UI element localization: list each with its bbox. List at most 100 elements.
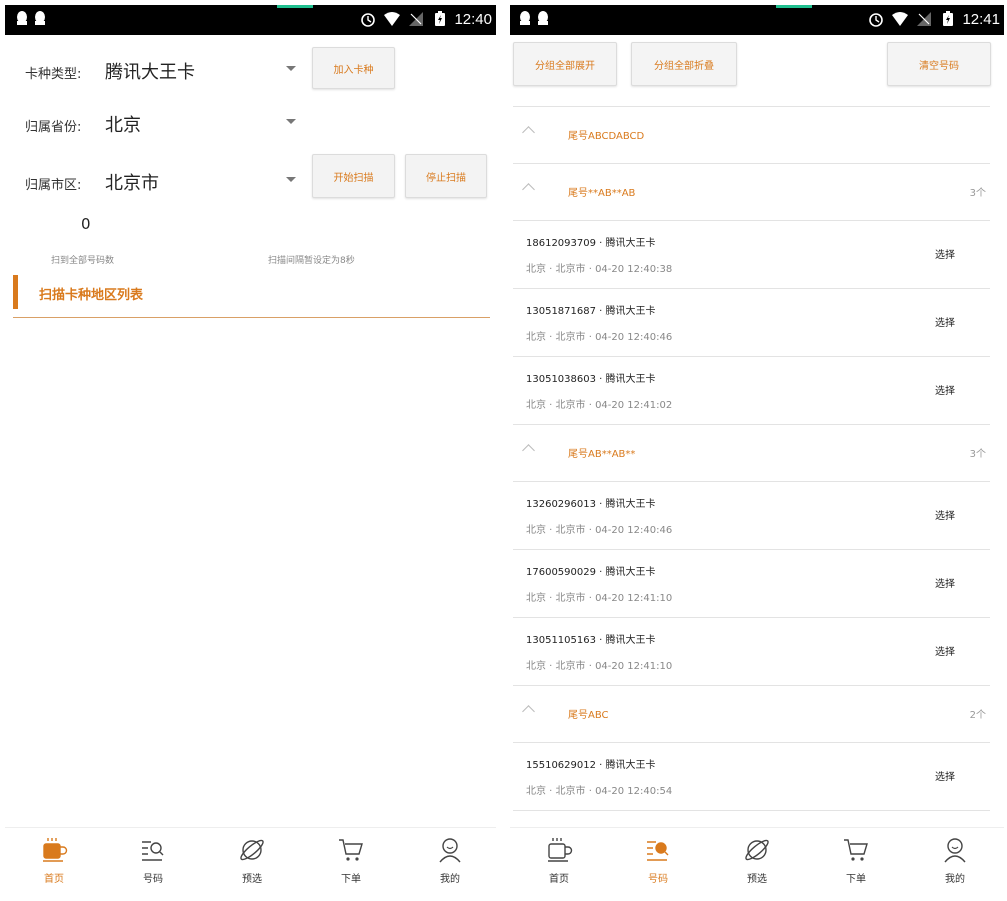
section-title: 扫描卡种地区列表: [39, 288, 144, 303]
add-card-type-button[interactable]: 加入卡种: [312, 47, 395, 89]
start-scan-button[interactable]: 开始扫描: [312, 154, 395, 198]
number-meta: 北京 · 北京市 · 04-20 12:40:46: [526, 332, 673, 343]
number-meta: 北京 · 北京市 · 04-20 12:40:46: [526, 525, 673, 536]
stop-scan-button[interactable]: 停止扫描: [405, 154, 487, 198]
nav-label: 预选: [242, 874, 262, 885]
divider: [13, 317, 490, 318]
nav-label: 下单: [341, 874, 361, 885]
nav-label: 号码: [648, 874, 668, 885]
number-meta: 北京 · 北京市 · 04-20 12:41:02: [526, 400, 673, 411]
group-header[interactable]: 尾号AB**AB** 3个: [510, 424, 1004, 480]
user-icon: [941, 836, 969, 864]
select-button[interactable]: 选择: [935, 507, 955, 522]
nav-item-list-search[interactable]: 号码: [113, 828, 193, 898]
province-select[interactable]: 北京: [105, 111, 141, 137]
clock: 12:41: [962, 11, 1000, 28]
nav-item-planet[interactable]: 预选: [717, 828, 797, 898]
select-button[interactable]: 选择: [935, 575, 955, 590]
clear-numbers-button[interactable]: 清空号码: [887, 42, 991, 86]
battery-charging-icon: [432, 11, 448, 27]
select-button[interactable]: 选择: [935, 246, 955, 261]
card-type-select[interactable]: 腾讯大王卡: [105, 58, 195, 84]
list-item: 15510629012 · 腾讯大王卡北京 · 北京市 · 04-20 12:4…: [510, 742, 1004, 809]
list-item: 13260296013 · 腾讯大王卡北京 · 北京市 · 04-20 12:4…: [510, 481, 1004, 548]
dropdown-arrow-icon[interactable]: [286, 119, 296, 124]
group-count: 2个: [969, 710, 986, 721]
qq-notification-icon: [536, 11, 550, 27]
chevron-up-icon[interactable]: [522, 444, 535, 457]
group-count: 3个: [969, 449, 986, 460]
notification-indicator: [277, 5, 313, 8]
nav-label: 首页: [549, 874, 569, 885]
nav-item-coffee-cup[interactable]: 首页: [14, 828, 94, 898]
dropdown-arrow-icon[interactable]: [286, 66, 296, 71]
status-bar: 12:40: [5, 5, 496, 35]
wifi-icon: [892, 11, 908, 27]
no-signal-icon: [916, 11, 932, 27]
list-item: 13051871687 · 腾讯大王卡北京 · 北京市 · 04-20 12:4…: [510, 288, 1004, 355]
bottom-navigation: 首页 号码 预选 下单 我的: [510, 827, 1004, 898]
chevron-up-icon[interactable]: [522, 126, 535, 139]
nav-item-cart[interactable]: 下单: [816, 828, 896, 898]
coffee-cup-icon: [40, 836, 68, 864]
group-count: 3个: [969, 188, 986, 199]
chevron-up-icon[interactable]: [522, 183, 535, 196]
select-button[interactable]: 选择: [935, 643, 955, 658]
phone-number: 13260296013 · 腾讯大王卡: [526, 499, 656, 510]
list-search-icon: [139, 836, 167, 864]
clock: 12:40: [454, 11, 492, 28]
battery-charging-icon: [940, 11, 956, 27]
planet-icon: [238, 836, 266, 864]
expand-all-groups-button[interactable]: 分组全部展开: [513, 42, 617, 86]
select-button[interactable]: 选择: [935, 314, 955, 329]
list-item: 13051038603 · 腾讯大王卡 北京 · 北京市 · 04-20 12:4…: [510, 356, 1004, 423]
qq-notification-icon: [33, 11, 47, 27]
list-search-icon: [644, 836, 672, 864]
cart-icon: [337, 836, 365, 864]
number-meta: 北京 · 北京市 · 04-20 12:40:38: [526, 264, 673, 275]
list-item: 13051105163 · 腾讯大王卡 北京 · 北京市 · 04-20 12:4…: [510, 617, 1004, 684]
city-select[interactable]: 北京市: [105, 169, 159, 195]
province-label: 归属省份:: [25, 120, 82, 135]
group-header[interactable]: 尾号**AB**AB 3个: [510, 163, 1004, 219]
city-label: 归属市区:: [25, 178, 82, 193]
numbers-screen: 12:41 分组全部展开 分组全部折叠 清空号码 尾号ABCDABCD 尾号**A…: [510, 5, 1004, 898]
group-title: 尾号ABC: [568, 710, 609, 721]
alarm-icon: [360, 11, 376, 27]
cart-icon: [842, 836, 870, 864]
planet-icon: [743, 836, 771, 864]
phone-number: 17600590029 · 腾讯大王卡: [526, 567, 656, 578]
alarm-icon: [868, 11, 884, 27]
nav-label: 我的: [945, 874, 965, 885]
section-accent-bar: [13, 275, 18, 309]
number-meta: 北京 · 北京市 · 04-20 12:40:54: [526, 786, 673, 797]
nav-label: 下单: [846, 874, 866, 885]
nav-item-user[interactable]: 我的: [410, 828, 490, 898]
select-button[interactable]: 选择: [935, 382, 955, 397]
group-header[interactable]: 尾号ABCDABCD: [510, 106, 1004, 162]
coffee-cup-icon: [545, 836, 573, 864]
nav-label: 号码: [143, 874, 163, 885]
dropdown-arrow-icon[interactable]: [286, 177, 296, 182]
no-signal-icon: [408, 11, 424, 27]
list-item: 18612093709 · 腾讯大王卡 北京 · 北京市 · 04-20 12:4…: [510, 220, 1004, 287]
collapse-all-groups-button[interactable]: 分组全部折叠: [631, 42, 737, 86]
chevron-up-icon[interactable]: [522, 705, 535, 718]
select-button[interactable]: 选择: [935, 768, 955, 783]
qq-notification-icon: [15, 11, 29, 27]
phone-number: 15510629012 · 腾讯大王卡: [526, 760, 656, 771]
group-title: 尾号**AB**AB: [568, 188, 636, 199]
nav-label: 预选: [747, 874, 767, 885]
phone-number: 13051871687 · 腾讯大王卡: [526, 306, 656, 317]
number-meta: 北京 · 北京市 · 04-20 12:41:10: [526, 661, 673, 672]
group-header[interactable]: 尾号ABC 2个: [510, 685, 1004, 741]
scanned-count: 0: [81, 215, 91, 233]
nav-item-cart[interactable]: 下单: [311, 828, 391, 898]
nav-item-list-search[interactable]: 号码: [618, 828, 698, 898]
nav-item-user[interactable]: 我的: [915, 828, 995, 898]
nav-item-coffee-cup[interactable]: 首页: [519, 828, 599, 898]
nav-label: 我的: [440, 874, 460, 885]
bottom-navigation: 首页 号码 预选 下单 我的: [5, 827, 496, 898]
nav-item-planet[interactable]: 预选: [212, 828, 292, 898]
notification-indicator: [776, 5, 812, 8]
